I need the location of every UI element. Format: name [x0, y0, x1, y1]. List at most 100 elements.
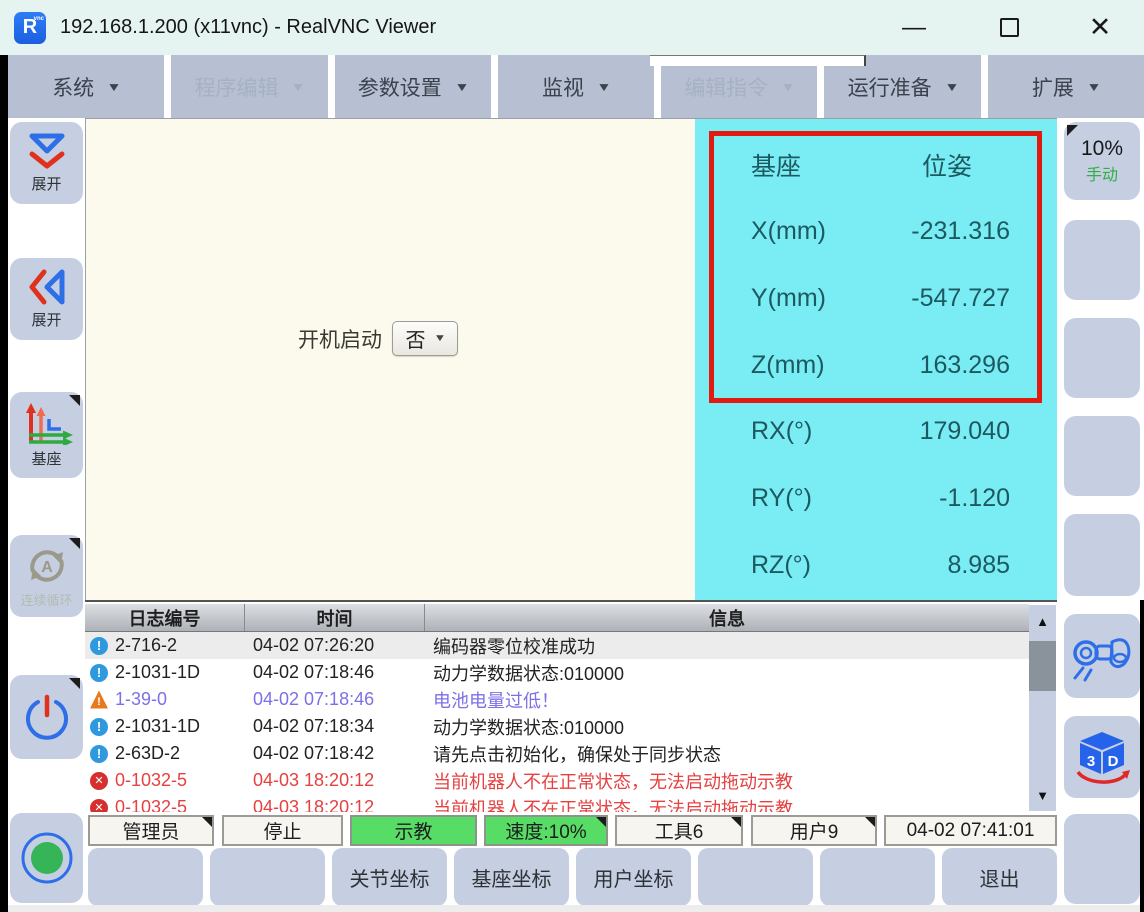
right-rail-blank-2[interactable]: [1064, 318, 1140, 398]
corner-triangle-icon: [202, 817, 212, 827]
user-coord-button[interactable]: 用户坐标: [576, 848, 691, 906]
title-bar: R vnc 192.168.1.200 (x11vnc) - RealVNC V…: [0, 0, 1144, 55]
speed-badge[interactable]: 速度:10%: [484, 815, 608, 846]
log-row[interactable]: ✕0-1032-5 04-03 18:20:12 当前机器人不在正常状态，无法启…: [85, 794, 1029, 812]
menu-label: 监视: [542, 72, 584, 102]
log-header-message: 信息: [425, 604, 1029, 631]
pose-row-x: X(mm) -231.316: [695, 211, 1058, 251]
expand-left-button[interactable]: 展开: [10, 258, 83, 340]
pose-row-y: Y(mm) -547.727: [695, 278, 1058, 318]
bottom-button-blank-4[interactable]: [820, 848, 935, 906]
frame-header: 基座: [751, 147, 801, 183]
joint-coord-button[interactable]: 关节坐标: [332, 848, 447, 906]
log-message: 动力学数据状态:010000: [425, 660, 1029, 686]
log-message: 编码器零位校准成功: [425, 633, 1029, 659]
close-button[interactable]: ✕: [1070, 0, 1130, 55]
log-message: 动力学数据状态:010000: [425, 714, 1029, 740]
chevron-down-icon: ▼: [781, 80, 796, 94]
info-icon: !: [90, 745, 108, 763]
double-chevron-left-icon: [28, 264, 66, 310]
scrollbar-thumb[interactable]: [1029, 641, 1056, 691]
log-row[interactable]: !1-39-0 04-02 07:18:46 电池电量过低！: [85, 686, 1029, 713]
speed-percent-label: 10%: [1081, 137, 1123, 161]
menu-monitor[interactable]: 监视▼: [498, 55, 654, 118]
startup-dropdown[interactable]: 否 ▼: [392, 321, 458, 356]
log-row[interactable]: !2-63D-2 04-02 07:18:42 请先点击初始化，确保处于同步状态: [85, 740, 1029, 767]
pose-label: RX(°): [751, 417, 869, 446]
corner-triangle-icon: [69, 395, 80, 406]
scroll-up-icon[interactable]: ▲: [1029, 609, 1056, 633]
power-icon: [23, 693, 71, 741]
drag-teach-button[interactable]: [1064, 614, 1140, 698]
coordinate-axes-icon: [19, 401, 75, 445]
svg-text:3: 3: [1087, 753, 1095, 770]
3d-view-button[interactable]: 3 D: [1064, 716, 1140, 798]
robot-teach-icon: [1071, 630, 1133, 682]
menu-extension[interactable]: 扩展 ▼: [988, 55, 1144, 118]
bottom-button-blank-1[interactable]: [88, 848, 203, 906]
window-edge: [1140, 600, 1144, 912]
corner-triangle-icon: [596, 817, 606, 827]
bottom-button-blank-2[interactable]: [210, 848, 325, 906]
bottom-button-blank-3[interactable]: [698, 848, 813, 906]
info-icon: !: [90, 637, 108, 655]
chevron-down-icon: ▼: [291, 80, 306, 94]
scroll-down-icon[interactable]: ▼: [1029, 783, 1056, 807]
log-row[interactable]: !2-1031-1D 04-02 07:18:46 动力学数据状态:010000: [85, 659, 1029, 686]
log-id: 2-63D-2: [115, 743, 180, 764]
info-icon: !: [90, 718, 108, 736]
expand-down-button[interactable]: 展开: [10, 122, 83, 204]
continuous-loop-button: A 连续循环: [10, 535, 83, 617]
run-state-badge: 停止: [222, 815, 343, 846]
status-label: 管理员: [122, 817, 179, 844]
datetime-display: 04-02 07:41:01: [884, 815, 1057, 846]
startup-label: 开机启动: [298, 324, 382, 354]
log-row[interactable]: ✕0-1032-5 04-03 18:20:12 当前机器人不在正常状态，无法启…: [85, 767, 1029, 794]
log-header-time: 时间: [245, 604, 425, 631]
log-id: 2-1031-1D: [115, 662, 200, 683]
minimize-button[interactable]: —: [884, 0, 944, 55]
dropdown-value: 否: [406, 324, 426, 353]
pose-row-rz: RZ(°) 8.985: [695, 545, 1058, 585]
menu-label: 扩展: [1032, 72, 1074, 102]
log-row[interactable]: !2-716-2 04-02 07:26:20 编码器零位校准成功: [85, 632, 1029, 659]
log-rows: !2-716-2 04-02 07:26:20 编码器零位校准成功 !2-103…: [85, 632, 1029, 812]
speed-mode-button[interactable]: 10% 手动: [1064, 122, 1140, 200]
3d-cube-icon: 3 D: [1072, 728, 1132, 786]
realvnc-logo-icon: R vnc: [14, 12, 46, 44]
menu-system[interactable]: 系统▼: [8, 55, 164, 118]
loop-arrows-icon: A: [23, 544, 71, 588]
right-rail-blank-5[interactable]: [1064, 814, 1140, 904]
teach-mode-badge: 示教: [350, 815, 477, 846]
menu-parameter-settings[interactable]: 参数设置▼: [335, 55, 491, 118]
status-label: 停止: [263, 817, 301, 844]
right-rail-blank-1[interactable]: [1064, 220, 1140, 300]
chevron-down-icon: ▼: [1086, 80, 1101, 94]
maximize-button[interactable]: [979, 0, 1039, 55]
double-chevron-down-icon: [24, 132, 70, 170]
power-button[interactable]: [10, 675, 83, 759]
log-time: 04-02 07:18:46: [245, 689, 425, 710]
log-row[interactable]: !2-1031-1D 04-02 07:18:34 动力学数据状态:010000: [85, 713, 1029, 740]
servo-enable-button[interactable]: [10, 813, 83, 903]
corner-triangle-icon: [69, 678, 80, 689]
pose-label: Z(mm): [751, 351, 869, 380]
user-level-badge[interactable]: 管理员: [88, 815, 214, 846]
base-frame-button[interactable]: 基座: [10, 392, 83, 478]
log-scrollbar[interactable]: ▲ ▼: [1029, 605, 1056, 811]
button-label: 退出: [980, 863, 1020, 892]
pose-value: 179.040: [920, 417, 1010, 446]
right-rail-blank-3[interactable]: [1064, 416, 1140, 496]
error-icon: ✕: [90, 799, 108, 813]
base-coord-button[interactable]: 基座坐标: [454, 848, 569, 906]
menu-bar: 系统▼ 程序编辑▼ 参数设置▼ 监视▼ 编辑指令▼ 运行准备▼ 扩展▼: [8, 55, 1144, 118]
right-rail-blank-4[interactable]: [1064, 514, 1140, 596]
log-time: 04-02 07:18:42: [245, 743, 425, 764]
exit-button[interactable]: 退出: [942, 848, 1057, 906]
button-label: 连续循环: [20, 590, 72, 609]
user-frame-badge[interactable]: 用户9: [751, 815, 877, 846]
tool-badge[interactable]: 工具6: [615, 815, 743, 846]
log-time: 04-03 18:20:12: [245, 797, 425, 812]
button-label: 基座坐标: [472, 863, 552, 892]
pose-row-z: Z(mm) 163.296: [695, 345, 1058, 385]
